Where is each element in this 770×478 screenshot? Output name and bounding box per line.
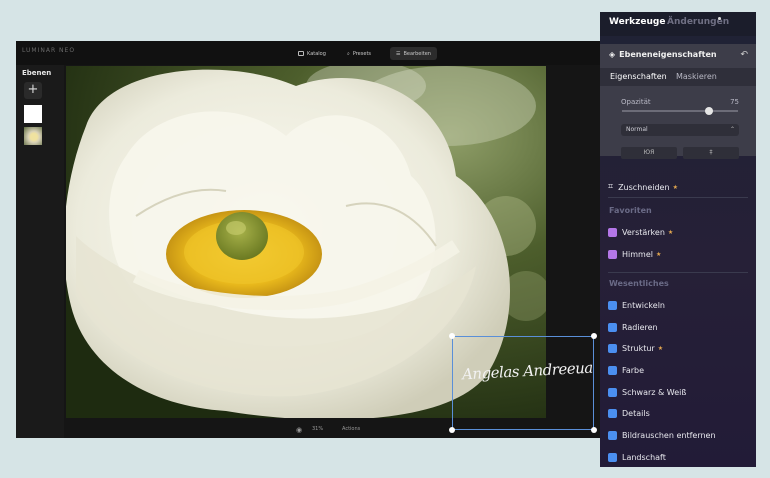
blend-mode-value: Normal [626, 126, 648, 133]
tool-bildrauschen-entfernen[interactable]: Bildrauschen entfernen [608, 431, 716, 440]
opacity-value: 75 [730, 98, 739, 106]
tool-label: Details [622, 409, 650, 418]
panel-tabs: Werkzeuge Änderungen [600, 12, 756, 36]
changes-indicator-dot [718, 17, 721, 20]
tool-struktur[interactable]: Struktur ★ [608, 344, 663, 353]
layer-option-button-2[interactable]: ‡ [683, 147, 739, 159]
tab-katalog-label: Katalog [307, 50, 326, 57]
tool-schwarz-weiß[interactable]: Schwarz & Weiß [608, 388, 686, 397]
tool-label: Verstärken [622, 228, 665, 237]
layers-stack-icon: ◈ [609, 50, 616, 59]
tool-label: Radieren [622, 323, 658, 332]
tool-label: Bildrauschen entfernen [622, 431, 716, 440]
layer-properties-title: Ebeneneigenschaften [619, 50, 717, 59]
crop-icon: ⌗ [608, 182, 614, 192]
verstärken-icon [608, 228, 617, 237]
tool-details[interactable]: Details [608, 409, 650, 418]
schwarz-weiß-icon [608, 388, 617, 397]
section-wesentliches: Wesentliches [609, 279, 669, 288]
tool-label: Struktur [622, 344, 655, 353]
tool-label: Schwarz & Weiß [622, 388, 687, 397]
layer-option-button-1[interactable]: ЮЯ [621, 147, 677, 159]
tool-label: Himmel [622, 250, 653, 259]
radieren-icon [608, 323, 617, 332]
selection-handle-top-right[interactable] [591, 333, 597, 339]
bildrauschen-entfernen-icon [608, 431, 617, 440]
subtab-eigenschaften[interactable]: Eigenschaften [610, 72, 667, 81]
tool-label: Landschaft [622, 453, 666, 462]
details-icon [608, 409, 617, 418]
blend-mode-select[interactable]: Normal ⌃ [621, 124, 739, 136]
divider [608, 197, 748, 198]
himmel-icon [608, 250, 617, 259]
tool-entwickeln[interactable]: Entwickeln [608, 301, 665, 310]
layer-properties-subtabs: Eigenschaften Maskieren [600, 68, 756, 86]
tab-werkzeuge[interactable]: Werkzeuge [609, 17, 665, 27]
tab-katalog[interactable]: Katalog [292, 47, 332, 60]
entwickeln-icon [608, 301, 617, 310]
layer-properties-header[interactable]: ◈ Ebeneneigenschaften [609, 50, 717, 59]
selection-handle-top-left[interactable] [449, 333, 455, 339]
reset-icon[interactable]: ↶ [740, 50, 748, 60]
tool-zuschneiden[interactable]: ⌗ Zuschneiden ★ [608, 182, 678, 192]
subtab-maskieren[interactable]: Maskieren [676, 72, 717, 81]
tool-radieren[interactable]: Radieren [608, 323, 658, 332]
tools-panel: Werkzeuge Änderungen ◈ Ebeneneigenschaft… [600, 12, 756, 467]
selection-box[interactable] [452, 336, 594, 430]
tool-landschaft[interactable]: Landschaft [608, 453, 666, 462]
eye-icon[interactable]: ◉ [296, 426, 302, 434]
tool-badge: ★ [672, 183, 678, 191]
search-icon: ⌕ [347, 50, 350, 57]
layer-properties-panel: ◈ Ebeneneigenschaften ↶ Eigenschaften Ma… [600, 44, 756, 159]
landschaft-icon [608, 453, 617, 462]
app-logo: LUMINAR NEO [22, 47, 76, 54]
tool-himmel[interactable]: Himmel ★ [608, 250, 661, 259]
top-bar: LUMINAR NEO Katalog ⌕ Presets ☰ Bearbeit… [16, 41, 600, 65]
farbe-icon [608, 366, 617, 375]
struktur-icon [608, 344, 617, 353]
tool-label: Entwickeln [622, 301, 665, 310]
divider [608, 272, 748, 273]
folder-icon [298, 51, 304, 56]
actions-menu[interactable]: Actions [342, 426, 360, 432]
opacity-slider-knob[interactable] [705, 107, 713, 115]
tab-bearbeiten[interactable]: ☰ Bearbeiten [390, 47, 437, 60]
tool-verstärken[interactable]: Verstärken ★ [608, 228, 673, 237]
opacity-slider[interactable] [622, 107, 738, 115]
tool-label: Farbe [622, 366, 645, 375]
tab-presets[interactable]: ⌕ Presets [341, 47, 377, 60]
tool-zuschneiden-label: Zuschneiden [618, 182, 670, 192]
add-layer-button[interactable]: + [24, 82, 42, 99]
zoom-level[interactable]: 31% [312, 426, 323, 432]
layers-title: Ebenen [22, 69, 52, 77]
tab-presets-label: Presets [352, 50, 372, 57]
opacity-label: Opazität [621, 98, 651, 106]
tool-badge: ★ [655, 251, 662, 258]
layers-sidebar: Ebenen + [16, 65, 64, 438]
section-favoriten: Favoriten [609, 206, 652, 215]
selection-handle-bottom-left[interactable] [449, 427, 455, 433]
selection-handle-bottom-right[interactable] [591, 427, 597, 433]
tool-farbe[interactable]: Farbe [608, 366, 644, 375]
layer-thumbnail-photo[interactable] [24, 127, 42, 145]
tool-badge: ★ [667, 229, 674, 236]
tool-badge: ★ [657, 345, 664, 352]
updown-chevron-icon: ⌃ [729, 126, 735, 133]
layer-thumbnail-blank[interactable] [24, 105, 42, 123]
sliders-icon: ☰ [396, 50, 401, 57]
tab-bearbeiten-label: Bearbeiten [403, 50, 431, 57]
